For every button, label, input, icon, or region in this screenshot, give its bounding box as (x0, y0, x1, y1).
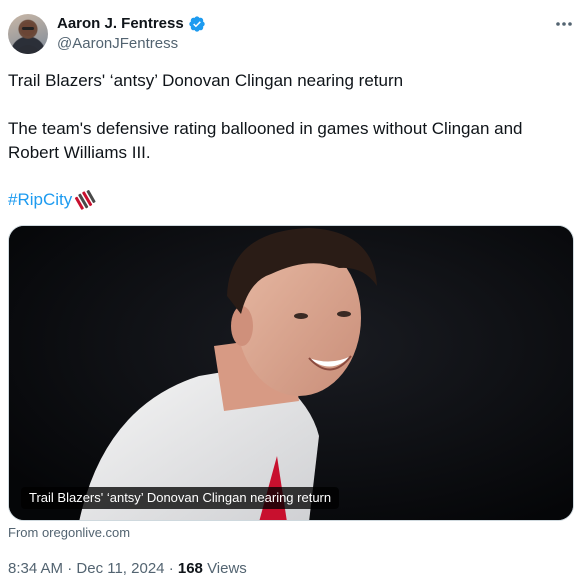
link-card-source[interactable]: From oregonlive.com (8, 525, 130, 541)
hashtag-link[interactable]: #RipCity (8, 188, 72, 212)
author-avatar[interactable] (8, 14, 48, 54)
views-count: 168 (177, 560, 203, 577)
author-handle[interactable]: @AaronJFentress (57, 35, 178, 53)
meta-separator: · (168, 560, 174, 577)
author-display-name[interactable]: Aaron J. Fentress (57, 14, 184, 34)
link-card-image[interactable] (8, 225, 574, 521)
tweet-date[interactable]: Dec 11, 2024 (76, 560, 164, 577)
link-card-title[interactable]: Trail Blazers' ‘antsy’ Donovan Clingan n… (21, 487, 340, 509)
hashtag-row: #RipCity (8, 188, 96, 212)
trail-blazers-pinwheel-icon (75, 190, 96, 210)
views-label: Views (207, 560, 247, 577)
meta-separator: · (67, 560, 73, 577)
tweet-body-line-1: The team's defensive rating ballooned in… (8, 119, 523, 138)
user-avatar-icon (14, 22, 42, 54)
verified-badge-icon (189, 16, 205, 32)
player-photo (9, 226, 573, 520)
tweet-body-line-2: Robert Williams III. (8, 143, 151, 162)
author-name-row[interactable]: Aaron J. Fentress (57, 14, 206, 34)
tweet-meta: 8:34 AM · Dec 11, 2024 · 168 Views (8, 559, 247, 579)
tweet-headline: Trail Blazers' ‘antsy’ Donovan Clingan n… (8, 71, 404, 90)
tweet-time[interactable]: 8:34 AM (8, 560, 63, 577)
more-options-button[interactable] (553, 14, 575, 34)
more-horizontal-icon (556, 22, 572, 26)
